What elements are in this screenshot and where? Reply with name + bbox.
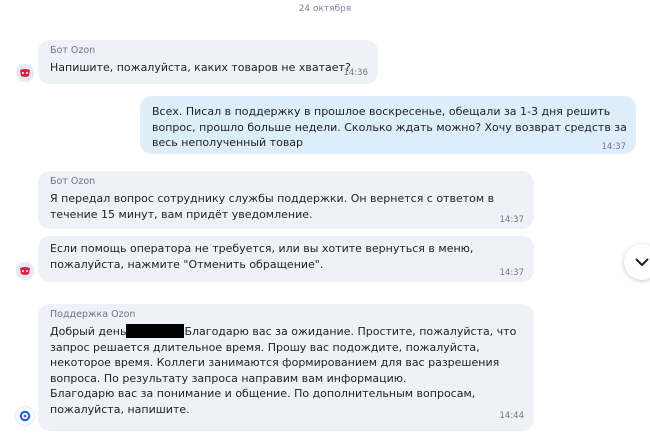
message-text: Благодарю вас за понимание и общение. По… bbox=[50, 387, 476, 400]
message-bot-2: Бот Ozon Я передал вопрос сотруднику слу… bbox=[38, 171, 534, 229]
message-text-continued: Благодарю вас за ожидание. Простите, пож… bbox=[184, 325, 517, 338]
message-time: 14:37 bbox=[601, 142, 627, 152]
sender-name: Бот Ozon bbox=[50, 176, 96, 187]
message-time: 14:37 bbox=[499, 215, 525, 225]
message-text: Я передал вопрос сотруднику службы подде… bbox=[50, 192, 495, 205]
scroll-down-button[interactable] bbox=[624, 244, 650, 280]
message-text: пожалуйста, нажмите "Отменить обращение"… bbox=[50, 257, 324, 271]
ozon-bot-icon bbox=[16, 262, 34, 280]
message-time: 14:36 bbox=[343, 68, 369, 78]
message-text: вопрос, прошло больше недели. Сколько жд… bbox=[152, 120, 627, 134]
redacted-name bbox=[126, 324, 185, 338]
message-time: 14:44 bbox=[499, 411, 525, 421]
message-support: Поддержка Ozon Добрый день Благодарю вас … bbox=[38, 304, 534, 431]
ozon-bot-icon bbox=[16, 64, 34, 82]
ozon-support-icon bbox=[15, 406, 35, 426]
message-text: Напишите, пожалуйста, каких товаров не х… bbox=[50, 61, 351, 74]
date-separator: 24 октября bbox=[298, 4, 352, 14]
message-text: течение 15 минут, вам придёт уведомление… bbox=[50, 207, 313, 221]
message-user: Всех. Писал в поддержку в прошлое воскре… bbox=[140, 96, 636, 154]
message-text: некоторое время. Коллеги занимаются форм… bbox=[50, 356, 500, 369]
message-bot-1: Бот Ozon Напишите, пожалуйста, каких тов… bbox=[38, 40, 378, 84]
message-bot-3: Если помощь оператора не требуется, или … bbox=[38, 236, 534, 282]
chevron-down-icon bbox=[635, 258, 649, 266]
greeting-text: Добрый день bbox=[50, 325, 127, 338]
message-text: Добрый день Благодарю вас за ожидание. Пр… bbox=[50, 324, 522, 340]
message-text: пожалуйста, напишите. bbox=[50, 402, 190, 416]
message-text: Всех. Писал в поддержку в прошлое воскре… bbox=[152, 105, 611, 118]
message-time: 14:37 bbox=[499, 268, 525, 278]
message-text: Если помощь оператора не требуется, или … bbox=[50, 242, 474, 255]
message-text: вопроса. По результату запроса направим … bbox=[50, 371, 407, 385]
message-text: запрос решается длительное время. Прошу … bbox=[50, 340, 480, 354]
sender-name: Поддержка Ozon bbox=[50, 309, 136, 320]
message-text: весь неполученный товар bbox=[152, 136, 304, 149]
sender-name: Бот Ozon bbox=[50, 45, 96, 56]
